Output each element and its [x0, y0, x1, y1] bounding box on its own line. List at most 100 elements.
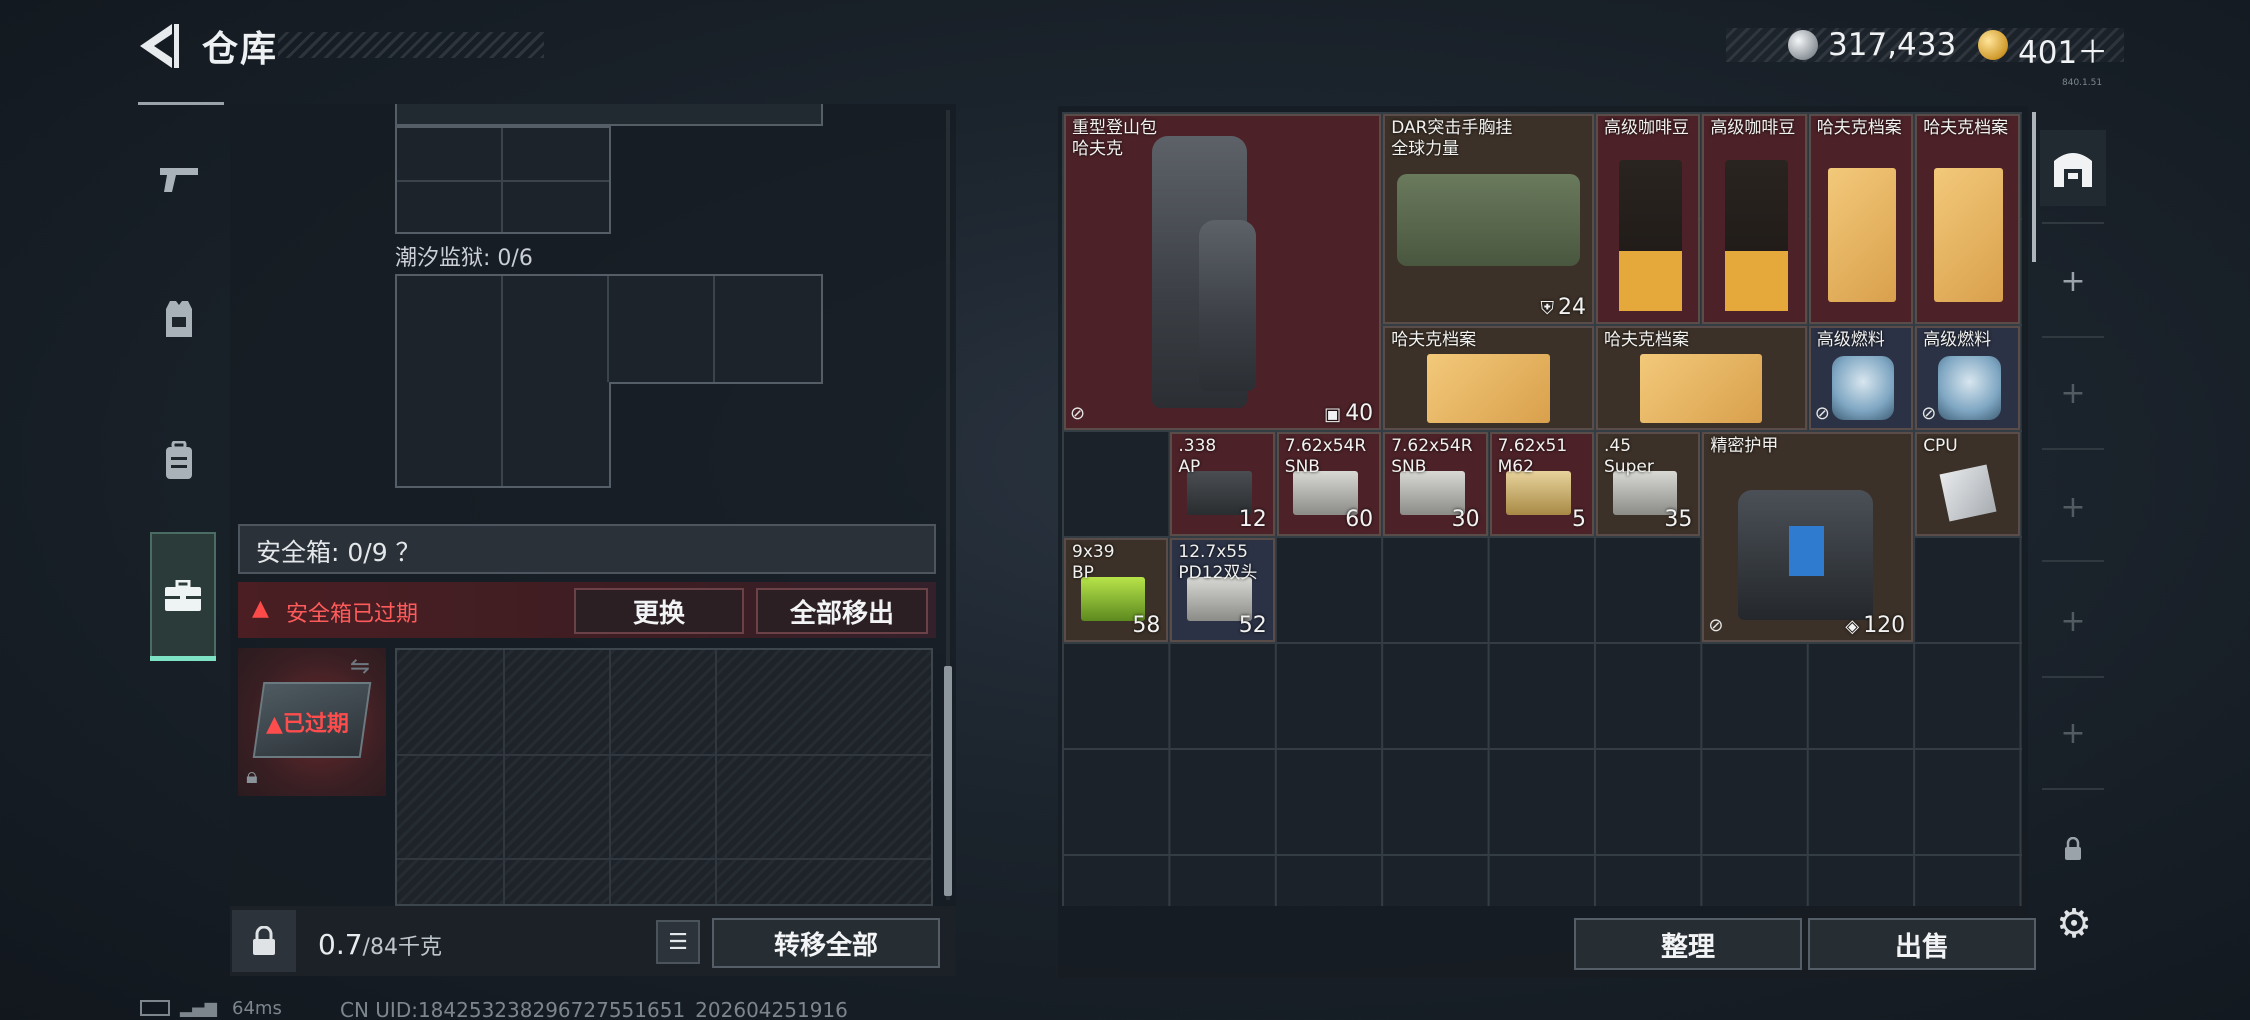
stash-item[interactable]: 精密护甲 ◈ 120 ⊘	[1702, 432, 1914, 642]
swap-icon[interactable]: ⇋	[350, 652, 370, 680]
stash-item[interactable]: .338 AP 12	[1170, 432, 1275, 536]
cpu-chip-image	[1939, 464, 1997, 522]
item-name: 12.7x55 PD12双头	[1178, 542, 1257, 584]
nav-tab-armor[interactable]	[138, 278, 220, 360]
stash-page-add-3[interactable]: +	[2040, 472, 2106, 542]
safe-case-capacity[interactable]: 安全箱: 0/9 ？	[256, 533, 421, 569]
stash-item[interactable]: 哈夫克档案	[1596, 326, 1807, 430]
item-name: .338 AP	[1178, 436, 1216, 478]
item-name-line: M62	[1497, 457, 1534, 477]
list-view-icon[interactable]: ☰	[656, 920, 700, 964]
stash-item[interactable]: 7.62x51 M62 5	[1489, 432, 1594, 536]
stash-item[interactable]: 高级咖啡豆	[1596, 114, 1701, 324]
move-all-out-button[interactable]: 全部移出	[756, 588, 928, 634]
item-count: ⛨ 24	[1540, 295, 1586, 320]
stash-scrollbar[interactable]	[2032, 112, 2036, 262]
stash-item[interactable]: 高级燃料 ⊘	[1915, 326, 2020, 430]
item-count-value: 12	[1238, 507, 1267, 532]
item-count: ▣ 40	[1324, 401, 1373, 426]
gold-amount-topup[interactable]: 401＋	[2018, 27, 2108, 72]
document-folder-image	[1827, 168, 1897, 303]
version-label: 840.1.51	[2062, 78, 2103, 88]
nav-tab-weapons[interactable]	[138, 138, 220, 220]
gear-icon[interactable]: ⚙︎	[2046, 896, 2102, 952]
item-count-value: 60	[1345, 507, 1374, 532]
item-count-value: 58	[1132, 613, 1161, 638]
stash-item[interactable]: 哈夫克档案	[1915, 114, 2020, 324]
weight-lock-icon[interactable]	[232, 910, 296, 972]
item-name-line: 7.62x54R	[1284, 436, 1367, 456]
item-count: 35	[1664, 507, 1692, 532]
stash-page-add-1[interactable]: +	[2040, 246, 2106, 316]
document-folder-image	[1640, 354, 1763, 423]
side-divider	[2042, 560, 2104, 562]
item-name: 9x39 BP	[1072, 542, 1115, 584]
document-folder-image	[1933, 168, 2003, 303]
back-arrow-icon[interactable]	[136, 22, 180, 70]
stash-item[interactable]: DAR突击手胸挂 全球力量 ⛨ 24	[1383, 114, 1594, 324]
stash-item[interactable]: .45 Super 35	[1596, 432, 1701, 536]
document-folder-image	[1427, 354, 1550, 423]
armor-vest-icon	[166, 301, 192, 337]
stash-item[interactable]: 7.62x54R SNB 60	[1276, 432, 1382, 536]
item-name-line: .338	[1178, 436, 1217, 456]
replace-case-button[interactable]: 更换	[574, 588, 744, 634]
loadout-scroll-thumb[interactable]	[944, 666, 952, 896]
stash-item[interactable]: CPU	[1915, 432, 2020, 536]
stash-item[interactable]: 重型登山包 哈夫克 ▣ 40 ⊘	[1064, 114, 1382, 430]
tidal-prison-grid[interactable]	[395, 274, 823, 384]
item-name: 7.62x51 M62	[1498, 436, 1568, 478]
safe-case-grid-locked	[395, 648, 933, 906]
transfer-all-button[interactable]: 转移全部	[712, 918, 940, 968]
item-count: 60	[1345, 507, 1373, 532]
item-name: 哈夫克档案	[1817, 118, 1902, 139]
item-name: 哈夫克档案	[1604, 330, 1689, 351]
no-trade-icon: ⊘	[1708, 615, 1724, 636]
stash-page-add-5[interactable]: +	[2040, 698, 2106, 768]
stash-item[interactable]: 哈夫克档案	[1808, 114, 1914, 324]
coffee-bag-image	[1618, 160, 1682, 312]
side-divider	[2042, 336, 2104, 338]
stash-grid[interactable]: 重型登山包 哈夫克 ▣ 40 ⊘ DAR突击手胸挂 全球力量 ⛨ 24 高级咖啡豆 高级咖啡豆 哈夫克…	[1062, 112, 2022, 906]
stash-page-add-4[interactable]: +	[2040, 586, 2106, 656]
item-name: 精密护甲	[1710, 436, 1778, 457]
item-count-value: 30	[1451, 507, 1480, 532]
container-grid[interactable]	[395, 126, 611, 234]
stash-item[interactable]: 哈夫克档案	[1383, 326, 1594, 430]
item-name: 高级咖啡豆	[1710, 118, 1795, 139]
stash-item[interactable]: 高级燃料 ⊘	[1808, 326, 1914, 430]
stash-item[interactable]: 9x39 BP 58	[1064, 538, 1169, 642]
signal-icon: ▂▄▆	[180, 998, 217, 1017]
item-name: 高级燃料	[1923, 330, 1991, 351]
tidal-prison-grid-lower[interactable]	[395, 382, 611, 488]
silver-amount: 317,433	[1828, 27, 1957, 63]
vest-small-icon: ⛨	[1540, 298, 1554, 319]
item-count: 30	[1452, 507, 1480, 532]
lock-icon: 🔒︎	[246, 764, 258, 789]
stash-page-add-2[interactable]: +	[2040, 358, 2106, 428]
stash-page-main[interactable]	[2040, 130, 2106, 206]
user-uid: CN UID:1842532382967275516​51_2026042519…	[340, 998, 848, 1020]
sell-button[interactable]: 出售	[1808, 918, 2036, 970]
case-expired-label: ▲已过期	[266, 712, 349, 737]
sort-button[interactable]: 整理	[1574, 918, 1802, 970]
stash-item[interactable]: 7.62x54R SNB 30	[1383, 432, 1488, 536]
ping-readout: 64ms	[232, 998, 282, 1019]
item-count-value: 35	[1664, 507, 1693, 532]
item-name-line: SNB	[1284, 457, 1320, 477]
item-name-line: 7.62x51	[1497, 436, 1568, 456]
item-name: CPU	[1923, 436, 1958, 457]
backpack-side-image	[1199, 220, 1257, 391]
briefcase-icon	[150, 532, 216, 660]
nav-tab-backpack[interactable]	[138, 420, 220, 502]
item-count-value: 5	[1571, 507, 1586, 532]
item-name-line: 哈夫克档案	[1816, 118, 1902, 138]
backpack-small-icon: ▣	[1324, 404, 1342, 425]
item-name-line: CPU	[1923, 436, 1958, 456]
stash-item[interactable]: 高级咖啡豆	[1702, 114, 1807, 324]
item-name-line: .45	[1604, 436, 1632, 456]
stash-item[interactable]: 12.7x55 PD12双头 52	[1170, 538, 1275, 642]
item-name: 哈夫克档案	[1391, 330, 1476, 351]
nav-active-indicator	[150, 656, 216, 661]
stash-page-locked[interactable]	[2040, 816, 2106, 882]
